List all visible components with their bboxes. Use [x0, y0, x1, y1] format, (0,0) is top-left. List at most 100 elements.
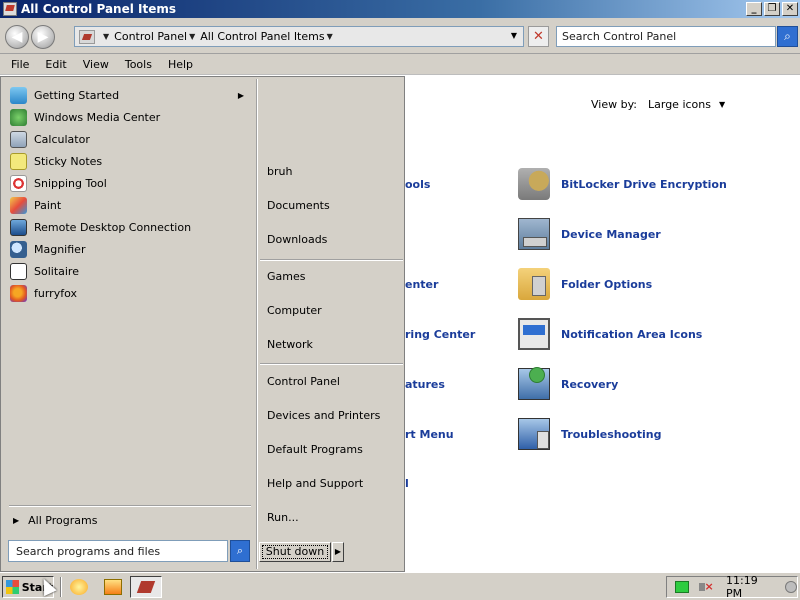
cp-item-folder-options[interactable]: Folder Options	[518, 268, 652, 300]
address-dropdown-icon[interactable]: ▼	[511, 31, 517, 40]
separator	[60, 577, 62, 597]
program-label: Paint	[34, 198, 62, 212]
cp-item-partial[interactable]: enter	[405, 278, 438, 291]
menu-edit[interactable]: Edit	[37, 58, 74, 71]
program-label: Calculator	[34, 132, 90, 146]
cp-item-label: Device Manager	[561, 227, 661, 241]
start-right-user-folder[interactable]: bruh	[267, 165, 292, 178]
window-title-bar[interactable]: All Control Panel Items _ ❐ ✕	[0, 0, 800, 18]
view-by-value[interactable]: Large icons	[648, 98, 711, 111]
cp-item-bitlocker[interactable]: BitLocker Drive Encryption	[518, 168, 727, 200]
start-right-default-programs[interactable]: Default Programs	[267, 443, 363, 456]
start-right-control-panel[interactable]: Control Panel	[267, 375, 340, 388]
bitlocker-icon	[518, 168, 550, 200]
cp-item-partial[interactable]: ring Center	[405, 328, 475, 341]
program-label: Windows Media Center	[34, 110, 161, 124]
menu-file[interactable]: File	[3, 58, 37, 71]
program-calculator[interactable]: Calculator	[10, 129, 250, 149]
back-button[interactable]: ◀	[5, 25, 29, 49]
menu-view[interactable]: View	[75, 58, 117, 71]
program-paint[interactable]: Paint	[10, 195, 250, 215]
cp-item-partial[interactable]: atures	[405, 378, 445, 391]
program-furryfox[interactable]: furryfox	[10, 283, 250, 303]
start-right-network[interactable]: Network	[267, 338, 313, 351]
program-windows-media-center[interactable]: Windows Media Center	[10, 107, 250, 127]
program-magnifier[interactable]: Magnifier	[10, 239, 250, 259]
firefox-icon	[10, 284, 27, 302]
start-right-downloads[interactable]: Downloads	[267, 233, 327, 246]
shutdown-options-arrow-icon[interactable]: ▶	[332, 542, 344, 562]
menu-tools[interactable]: Tools	[117, 58, 160, 71]
view-by-control[interactable]: View by: Large icons ▼	[591, 98, 725, 111]
taskbar-control-panel-button[interactable]	[130, 576, 162, 598]
submenu-arrow-icon: ▶	[237, 90, 244, 100]
quick-launch-media-player-icon[interactable]	[104, 579, 122, 595]
sticky-notes-icon	[10, 152, 27, 170]
start-right-help-support[interactable]: Help and Support	[267, 477, 363, 490]
folder-options-icon	[518, 268, 550, 300]
address-bar[interactable]: ▼ Control Panel ▼ All Control Panel Item…	[74, 26, 524, 47]
cp-item-partial[interactable]: l	[405, 477, 409, 490]
forward-button[interactable]: ▶	[31, 25, 55, 49]
search-icon[interactable]: ⌕	[230, 540, 250, 562]
windows-logo-icon	[6, 580, 19, 594]
chevron-down-icon[interactable]: ▼	[103, 32, 109, 41]
chevron-down-icon[interactable]: ▼	[327, 32, 333, 41]
program-label: Remote Desktop Connection	[34, 220, 192, 234]
search-input[interactable]: Search Control Panel	[556, 26, 776, 47]
start-right-devices-printers[interactable]: Devices and Printers	[267, 409, 380, 422]
getting-started-icon	[10, 86, 27, 104]
breadcrumb-all-items[interactable]: All Control Panel Items	[200, 30, 324, 43]
restore-button[interactable]: ❐	[764, 2, 780, 16]
all-programs-button[interactable]: ▶ All Programs	[13, 514, 97, 527]
solitaire-icon	[10, 262, 27, 280]
program-label: Snipping Tool	[34, 176, 107, 190]
menu-bar: File Edit View Tools Help	[0, 54, 800, 75]
breadcrumb-control-panel[interactable]: Control Panel	[114, 30, 187, 43]
program-label: Getting Started	[34, 88, 120, 102]
start-right-computer[interactable]: Computer	[267, 304, 322, 317]
cp-item-label: Recovery	[561, 377, 619, 391]
notification-area-icon	[518, 318, 550, 350]
network-icon[interactable]	[675, 581, 689, 593]
troubleshooting-icon	[518, 418, 550, 450]
separator	[260, 259, 403, 261]
cp-item-notification-area[interactable]: Notification Area Icons	[518, 318, 702, 350]
chevron-down-icon[interactable]: ▼	[189, 32, 195, 41]
minimize-button[interactable]: _	[746, 2, 762, 16]
taskbar: Start 11:19 PM	[0, 572, 800, 600]
menu-help[interactable]: Help	[160, 58, 201, 71]
close-button[interactable]: ✕	[782, 2, 798, 16]
cp-item-troubleshooting[interactable]: Troubleshooting	[518, 418, 661, 450]
media-center-icon	[10, 108, 27, 126]
program-snipping-tool[interactable]: Snipping Tool	[10, 173, 250, 193]
start-right-games[interactable]: Games	[267, 270, 305, 283]
clock[interactable]: 11:19 PM	[726, 574, 775, 600]
cp-item-partial[interactable]: ools	[405, 178, 430, 191]
program-solitaire[interactable]: Solitaire	[10, 261, 250, 281]
program-sticky-notes[interactable]: Sticky Notes	[10, 151, 250, 171]
tray-extra-icon[interactable]	[785, 581, 798, 593]
system-tray: 11:19 PM	[666, 574, 798, 600]
volume-muted-icon[interactable]	[698, 580, 714, 594]
program-getting-started[interactable]: Getting Started ▶	[10, 85, 250, 105]
paint-icon	[10, 196, 27, 214]
start-right-run[interactable]: Run...	[267, 511, 299, 524]
stop-refresh-button[interactable]: ✕	[528, 26, 549, 47]
view-by-label: View by:	[591, 98, 637, 111]
start-right-documents[interactable]: Documents	[267, 199, 330, 212]
window-title: All Control Panel Items	[21, 2, 177, 16]
cp-item-recovery[interactable]: Recovery	[518, 367, 619, 400]
cp-item-device-manager[interactable]: Device Manager	[518, 218, 661, 250]
remote-desktop-icon	[10, 218, 27, 236]
cp-item-partial[interactable]: rt Menu	[405, 428, 454, 441]
program-remote-desktop[interactable]: Remote Desktop Connection	[10, 217, 250, 237]
chevron-down-icon[interactable]: ▼	[719, 100, 725, 109]
start-search-input[interactable]: Search programs and files	[8, 540, 228, 562]
shutdown-button[interactable]: Shut down	[259, 542, 331, 562]
quick-launch-explorer-icon[interactable]	[70, 579, 88, 595]
program-label: Sticky Notes	[34, 154, 103, 168]
cp-item-label: Folder Options	[561, 277, 653, 291]
search-icon[interactable]: ⌕	[777, 26, 798, 47]
all-programs-label: All Programs	[28, 514, 98, 527]
